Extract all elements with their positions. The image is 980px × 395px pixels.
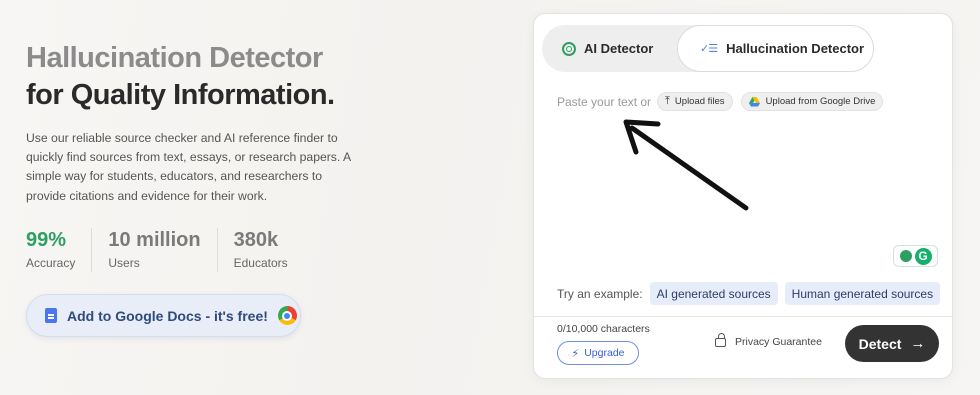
annotation-arrow-icon — [623, 119, 749, 211]
upload-icon: ⤒ — [665, 95, 670, 107]
stat-educators: 380k Educators — [234, 228, 304, 272]
stat-label: Users — [108, 256, 140, 270]
arrow-right-icon: → — [910, 335, 926, 352]
upload-drive-label: Upload from Google Drive — [765, 96, 876, 107]
stat-users: 10 million Users — [108, 228, 218, 272]
privacy-label: Privacy Guarantee — [735, 336, 822, 348]
stats-row: 99% Accuracy 10 million Users 380k Educa… — [26, 228, 320, 272]
google-docs-icon — [45, 308, 57, 323]
tab-label: AI Detector — [584, 41, 654, 56]
upgrade-label: Upgrade — [584, 347, 625, 359]
detect-label: Detect — [858, 335, 902, 352]
upload-files-label: Upload files — [674, 96, 725, 107]
example-human-generated[interactable]: Human generated sources — [784, 282, 941, 305]
text-input-area[interactable]: Paste your text or ⤒ Upload files Upload… — [557, 92, 891, 111]
stat-label: Accuracy — [26, 256, 76, 270]
tab-label: Hallucination Detector — [726, 41, 865, 56]
character-count: 0/10,000 characters — [557, 323, 650, 335]
hero-description: Use our reliable source checker and AI r… — [26, 131, 351, 203]
try-example-label: Try an example: — [557, 286, 643, 301]
tab-ai-detector[interactable]: AI Detector — [542, 25, 653, 72]
detector-tabs: AI Detector ✓☰ Hallucination Detector — [542, 25, 874, 72]
stat-label: Educators — [233, 256, 288, 270]
grammarly-icon: G — [914, 247, 932, 265]
chrome-icon — [277, 306, 297, 325]
google-drive-icon — [748, 96, 760, 107]
stat-value: 10 million — [108, 229, 201, 251]
divider — [534, 316, 952, 317]
title-line-1: Hallucination Detector — [26, 42, 323, 74]
lightbulb-icon — [899, 250, 912, 262]
upgrade-button[interactable]: ⚡ Upgrade — [557, 341, 639, 365]
upload-google-drive-button[interactable]: Upload from Google Drive — [740, 92, 884, 111]
title-line-2: for Quality Information. — [26, 79, 335, 111]
tab-hallucination-detector[interactable]: ✓☰ Hallucination Detector — [677, 25, 874, 72]
add-to-google-docs-button[interactable]: Add to Google Docs - it's free! — [26, 294, 301, 337]
grammarly-widget[interactable]: G — [893, 245, 938, 267]
checklist-icon: ✓☰ — [700, 43, 718, 55]
lightning-icon: ⚡ — [571, 347, 580, 360]
page-title: Hallucination Detector for Quality Infor… — [26, 40, 335, 114]
stat-accuracy: 99% Accuracy — [26, 228, 93, 272]
upload-files-button[interactable]: ⤒ Upload files — [657, 92, 733, 111]
stat-value: 99% — [26, 229, 67, 251]
add-to-google-docs-label: Add to Google Docs - it's free! — [67, 307, 268, 324]
privacy-guarantee[interactable]: Privacy Guarantee — [715, 332, 822, 348]
lock-icon — [715, 332, 726, 347]
stat-value: 380k — [233, 229, 279, 251]
example-ai-generated[interactable]: AI generated sources — [649, 282, 778, 305]
text-input-placeholder: Paste your text or — [557, 94, 652, 109]
examples-row: Try an example: AI generated sources Hum… — [557, 282, 941, 305]
detect-button[interactable]: Detect → — [845, 325, 939, 362]
ai-detector-icon — [562, 41, 576, 56]
